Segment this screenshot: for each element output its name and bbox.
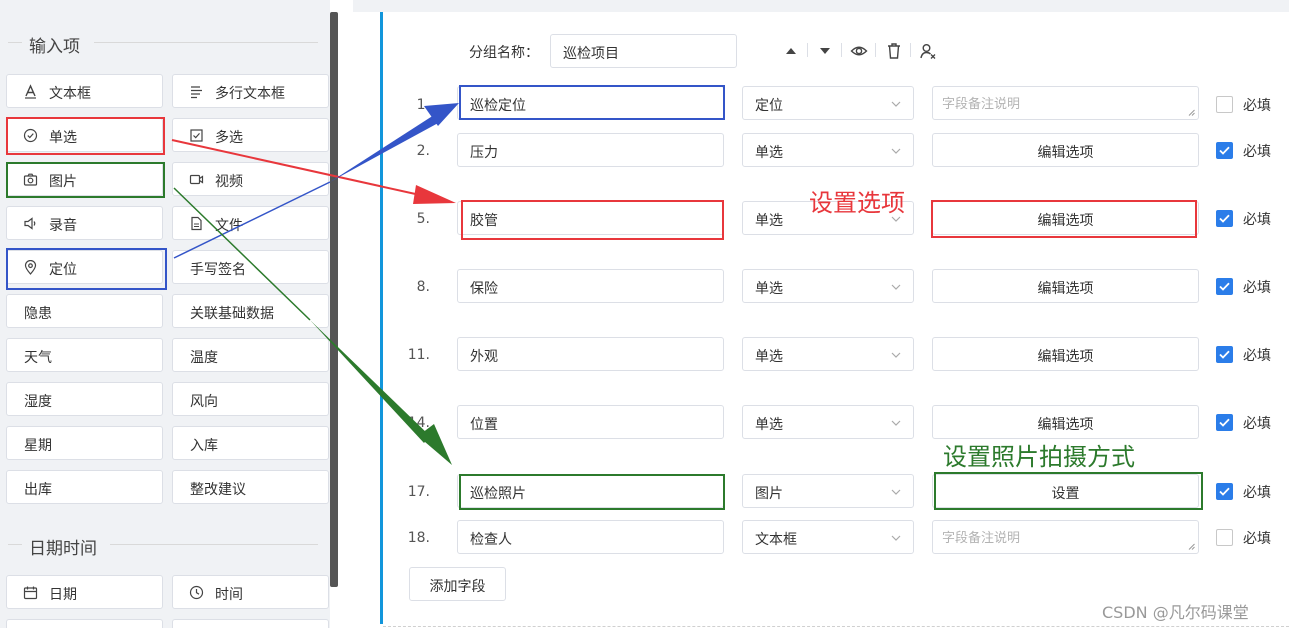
watermark: CSDN @凡尔码课堂 [1102,603,1249,622]
red-arrow-head [413,185,456,204]
blue-arrow-line-thin [173,181,331,259]
annotation-set-options: 设置选项 [809,189,905,217]
blue-arrow-line-thick [330,115,440,182]
screenshot-stage: 输入项 文本框 多行文本框 单选 多选 图片 视频 录音 文件 定位 手写签名 … [0,0,1289,628]
green-arrow-line-thick [310,320,430,443]
green-arrow-line-thin [173,187,311,321]
annotation-set-photo-mode: 设置照片拍摄方式 [943,443,1135,471]
annotation-arrows [171,103,459,465]
